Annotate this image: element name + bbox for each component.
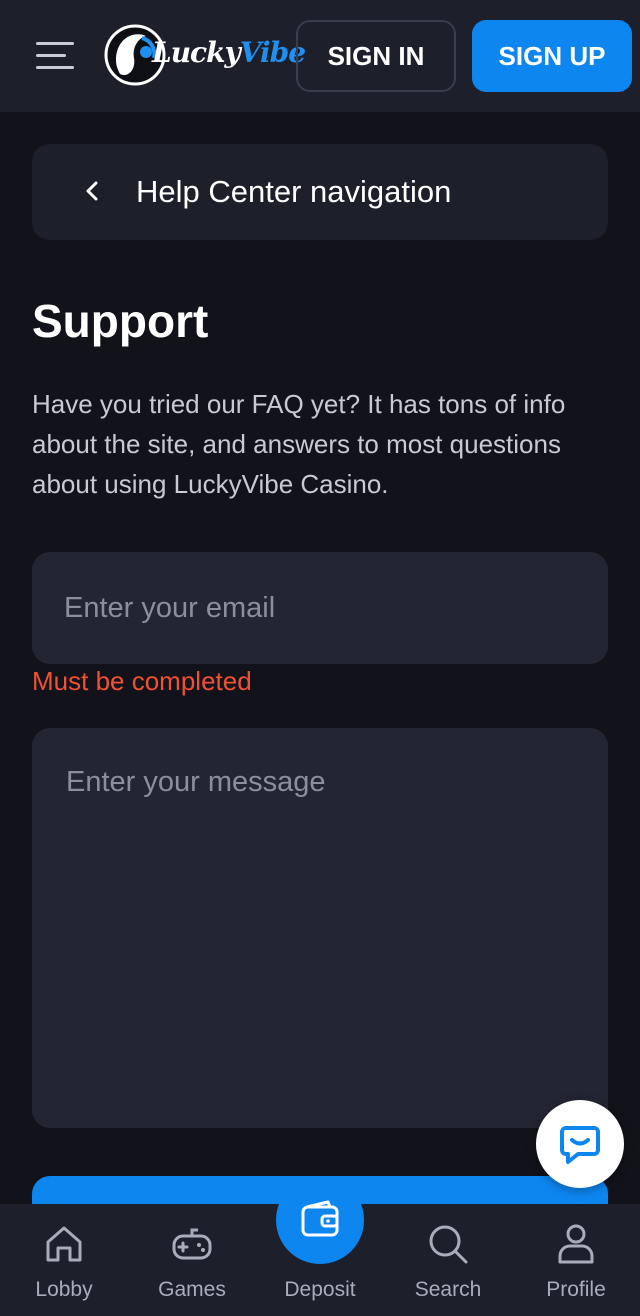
nav-item-lobby[interactable]: Lobby [0, 1204, 128, 1316]
email-field[interactable] [32, 552, 608, 664]
menu-icon-line-1 [36, 42, 74, 45]
nav-label-search: Search [414, 1278, 482, 1301]
user-icon [558, 1224, 594, 1264]
menu-icon-line-3 [36, 66, 74, 69]
home-icon [46, 1226, 82, 1262]
gamepad-icon [172, 1228, 212, 1260]
nav-label-games: Games [158, 1278, 226, 1301]
nav-item-games[interactable]: Games [128, 1204, 256, 1316]
nav-item-profile[interactable]: Profile [512, 1204, 640, 1316]
email-error-message: Must be completed [32, 666, 252, 696]
nav-label-profile: Profile [546, 1278, 606, 1301]
sign-in-button[interactable]: SIGN IN [296, 20, 456, 92]
logo-brand-first: Lucky [152, 36, 241, 69]
deposit-button[interactable] [276, 1176, 364, 1264]
menu-icon-line-2 [36, 54, 66, 57]
chevron-left-icon [86, 181, 98, 201]
chat-bubble-icon [560, 1126, 600, 1164]
wallet-icon [301, 1200, 339, 1237]
nav-label-lobby: Lobby [35, 1278, 93, 1301]
top-header: LuckyVibe SIGN IN SIGN UP [0, 0, 640, 112]
help-center-nav[interactable]: Help Center navigation [32, 144, 608, 240]
message-field[interactable] [32, 728, 608, 1128]
live-chat-button[interactable] [536, 1100, 624, 1188]
logo[interactable]: LuckyVibe [102, 22, 306, 88]
page-title: Support [32, 295, 209, 347]
nav-label-deposit: Deposit [284, 1278, 356, 1301]
help-center-nav-label: Help Center navigation [136, 174, 452, 209]
logo-text: LuckyVibe [152, 36, 306, 69]
sign-up-button[interactable]: SIGN UP [472, 20, 632, 92]
nav-item-search[interactable]: Search [384, 1204, 512, 1316]
search-icon [429, 1225, 468, 1264]
page: LuckyVibe SIGN IN SIGN UP Help Center na… [0, 0, 640, 1316]
menu-button[interactable] [30, 36, 80, 76]
intro-text: Have you tried our FAQ yet? It has tons … [32, 389, 566, 499]
